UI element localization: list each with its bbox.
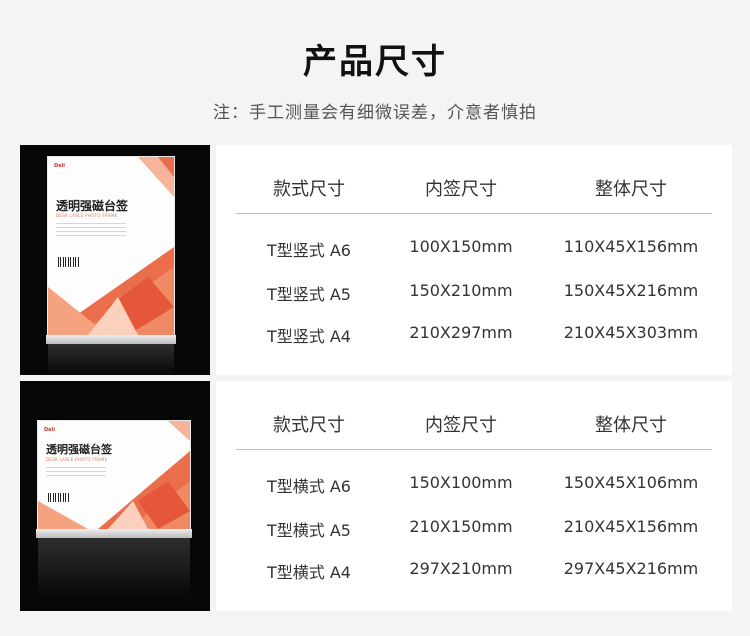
- barcode: [58, 257, 80, 267]
- table-cell: 100X150mm: [409, 237, 513, 256]
- header-overall-size: 整体尺寸: [595, 415, 667, 436]
- orange-triangle-graphic: [48, 157, 174, 335]
- header-style-size: 款式尺寸: [273, 179, 345, 200]
- table-cell: 150X45X216mm: [563, 281, 699, 300]
- vertical-size-section: Deli 透明强磁台签 DESK LABLE PHOTO FRAME 款式尺寸 …: [20, 145, 732, 375]
- page-title: 产品尺寸: [303, 42, 447, 82]
- horizontal-sign-reflection: [38, 538, 190, 598]
- horizontal-sign-photo: Deli 透明强磁台签 DESK LABLE PHOTO FRAME: [20, 381, 210, 611]
- table-cell: 210X297mm: [409, 323, 513, 342]
- table-cell: 210X150mm: [409, 517, 513, 536]
- product-name: 透明强磁台签: [46, 443, 112, 456]
- horizontal-size-table: 款式尺寸 内签尺寸 整体尺寸 T型横式 A6 150X100mm 150X45X…: [216, 381, 732, 611]
- description-lines: [46, 467, 106, 479]
- header-overall-size: 整体尺寸: [595, 179, 667, 200]
- header-style-size: 款式尺寸: [273, 415, 345, 436]
- brand-logo: Deli: [54, 163, 65, 169]
- barcode: [48, 493, 70, 502]
- horizontal-sign-card: Deli 透明强磁台签 DESK LABLE PHOTO FRAME: [38, 421, 190, 529]
- table-cell: T型竖式 A6: [267, 241, 351, 260]
- header-insert-size: 内签尺寸: [425, 415, 497, 436]
- vertical-sign-card: Deli 透明强磁台签 DESK LABLE PHOTO FRAME: [48, 157, 174, 335]
- vertical-sign-base: [46, 335, 176, 344]
- description-lines: [56, 223, 126, 239]
- table-cell: 210X45X303mm: [563, 323, 699, 342]
- header-divider: [236, 449, 712, 450]
- header-divider: [236, 213, 712, 214]
- table-cell: 297X45X216mm: [563, 559, 699, 578]
- table-cell: T型竖式 A5: [267, 285, 351, 304]
- vertical-sign-photo: Deli 透明强磁台签 DESK LABLE PHOTO FRAME: [20, 145, 210, 375]
- horizontal-sign-base: [36, 529, 192, 538]
- table-cell: T型竖式 A4: [267, 327, 351, 346]
- product-name: 透明强磁台签: [56, 199, 129, 213]
- table-cell: 150X45X106mm: [563, 473, 699, 492]
- vertical-size-table: 款式尺寸 内签尺寸 整体尺寸 T型竖式 A6 100X150mm 110X45X…: [216, 145, 732, 375]
- table-cell: 210X45X156mm: [563, 517, 699, 536]
- vertical-sign-reflection: [48, 344, 174, 374]
- table-cell: 150X210mm: [409, 281, 513, 300]
- product-english-name: DESK LABLE PHOTO FRAME: [56, 213, 118, 218]
- table-cell: 150X100mm: [409, 473, 513, 492]
- table-cell: T型横式 A6: [267, 477, 351, 496]
- product-english-name: DESK LABLE PHOTO FRAME: [46, 457, 108, 462]
- horizontal-size-section: Deli 透明强磁台签 DESK LABLE PHOTO FRAME 款式尺寸 …: [20, 381, 732, 611]
- table-cell: 297X210mm: [409, 559, 513, 578]
- table-cell: T型横式 A4: [267, 563, 351, 582]
- table-cell: 110X45X156mm: [563, 237, 699, 256]
- measurement-note: 注：手工测量会有细微误差，介意者慎拍: [213, 103, 537, 123]
- table-cell: T型横式 A5: [267, 521, 351, 540]
- header-insert-size: 内签尺寸: [425, 179, 497, 200]
- brand-logo: Deli: [44, 427, 55, 433]
